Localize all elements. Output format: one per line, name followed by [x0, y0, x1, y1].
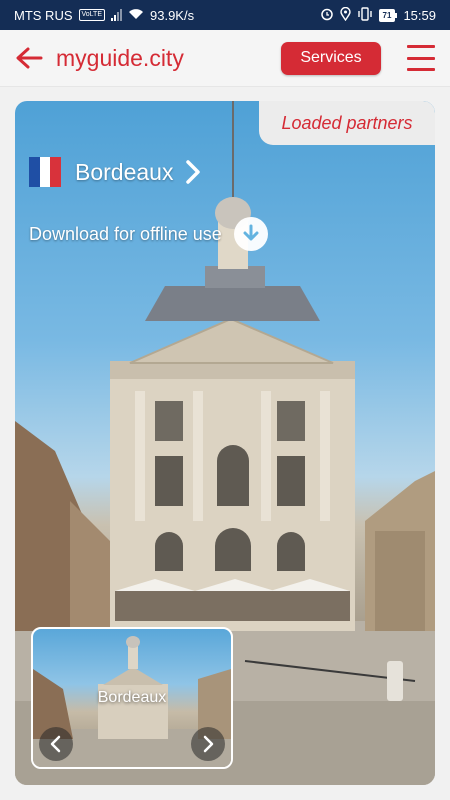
city-thumbnail[interactable]: Bordeaux	[31, 627, 233, 769]
location-icon	[339, 6, 351, 24]
city-selector[interactable]: Bordeaux	[29, 157, 201, 187]
city-card[interactable]: Loaded partners Bordeaux Download for of…	[15, 101, 435, 785]
thumbnail-label: Bordeaux	[97, 689, 167, 706]
next-button[interactable]	[191, 727, 225, 761]
download-offline-label: Download for offline use	[29, 223, 222, 244]
back-button[interactable]	[14, 43, 44, 73]
status-bar: MTS RUS VoLTE 93.9K/s 71 15:59	[0, 0, 450, 30]
volte-badge: VoLTE	[78, 9, 105, 21]
services-button[interactable]: Services	[281, 41, 381, 75]
city-name: Bordeaux	[75, 158, 174, 185]
download-icon	[233, 217, 268, 251]
battery-level: 71	[378, 8, 396, 22]
wifi-icon	[128, 8, 144, 23]
network-speed: 93.9K/s	[150, 7, 195, 23]
chevron-right-icon	[203, 735, 214, 753]
chevron-right-icon	[186, 160, 201, 184]
brand-title[interactable]: myguide.city	[56, 45, 184, 72]
france-flag-icon	[29, 157, 62, 187]
previous-button[interactable]	[39, 727, 73, 761]
hamburger-menu-icon[interactable]	[407, 45, 435, 71]
app-bar: myguide.city Services	[0, 30, 450, 87]
chevron-left-icon	[50, 735, 61, 753]
loaded-partners-button[interactable]: Loaded partners	[259, 101, 435, 145]
carrier-name: MTS RUS	[14, 7, 73, 23]
signal-icon	[111, 9, 122, 21]
vibrate-icon	[357, 6, 373, 24]
clock: 15:59	[403, 7, 436, 23]
alarm-icon	[320, 7, 334, 24]
battery-icon: 71	[378, 8, 398, 22]
download-offline-button[interactable]: Download for offline use	[29, 217, 268, 251]
arrow-left-icon	[16, 47, 43, 69]
